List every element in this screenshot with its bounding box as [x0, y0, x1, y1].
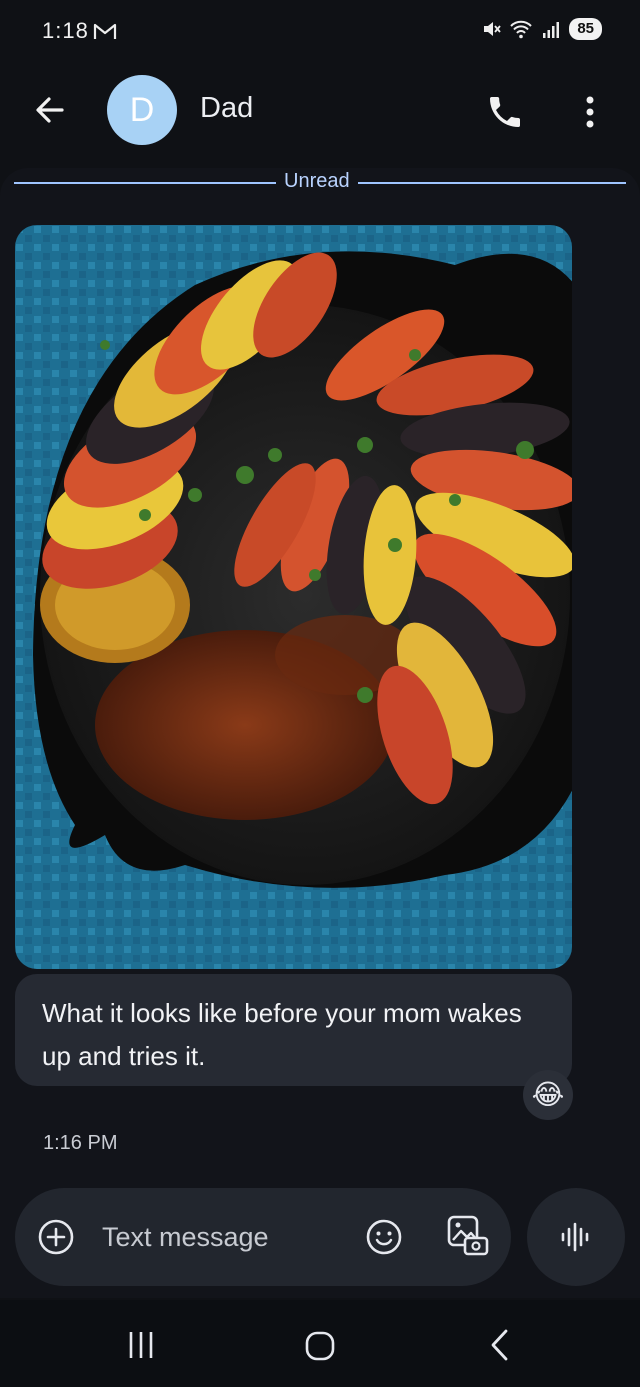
- add-attachment-icon[interactable]: [37, 1218, 75, 1256]
- signal-icon: [543, 22, 560, 38]
- status-time: 1:18: [42, 18, 89, 43]
- home-icon[interactable]: [304, 1330, 336, 1362]
- recents-icon[interactable]: [127, 1330, 155, 1360]
- wifi-icon: [510, 20, 533, 39]
- compose-bar: [15, 1188, 511, 1286]
- battery-indicator: 85: [569, 18, 602, 40]
- status-bar: 1:18 85: [0, 0, 640, 64]
- unread-divider: Unread: [14, 168, 626, 196]
- phone-icon[interactable]: [485, 92, 525, 132]
- divider-line: [358, 182, 626, 184]
- message-timestamp: 1:16 PM: [43, 1132, 118, 1154]
- message-bubble[interactable]: What it looks like before your mom wakes…: [15, 974, 572, 1086]
- laughing-emoji-reaction[interactable]: 😂: [523, 1070, 573, 1120]
- divider-line: [14, 182, 276, 184]
- waveform-icon: [561, 1222, 589, 1252]
- contact-name[interactable]: Dad: [200, 92, 253, 125]
- unread-label: Unread: [284, 170, 350, 192]
- system-nav-bar: [0, 1300, 640, 1387]
- message-input[interactable]: [100, 1216, 344, 1258]
- mute-icon: [484, 22, 502, 36]
- gallery-icon[interactable]: [445, 1214, 491, 1258]
- status-icons: 85: [481, 18, 602, 40]
- gmail-icon: [93, 23, 117, 39]
- photo-message[interactable]: [15, 225, 572, 969]
- conversation-panel[interactable]: Unread What it looks like before your mo…: [0, 168, 640, 1298]
- emoji-icon[interactable]: [365, 1218, 403, 1256]
- back-arrow-icon[interactable]: [30, 90, 70, 130]
- avatar[interactable]: D: [107, 75, 177, 145]
- conversation-header: D Dad: [0, 70, 640, 150]
- more-options-icon[interactable]: [578, 92, 602, 132]
- nav-back-icon[interactable]: [488, 1328, 512, 1362]
- voice-message-button[interactable]: [527, 1188, 625, 1286]
- message-text: What it looks like before your mom wakes…: [42, 998, 522, 1071]
